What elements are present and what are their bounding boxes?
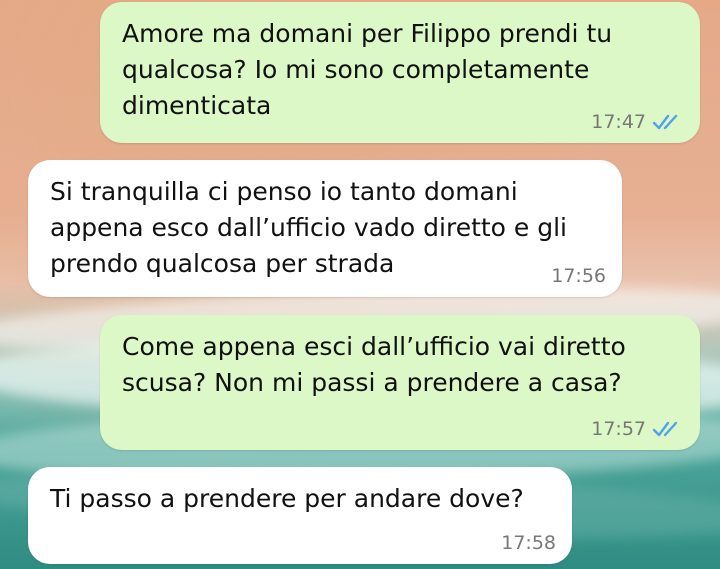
message-time: 17:57 <box>591 418 646 440</box>
message-meta: 17:56 <box>551 265 606 287</box>
outgoing-message[interactable]: Come appena esci dall’ufficio vai dirett… <box>100 315 700 450</box>
message-meta: 17:57 <box>591 418 684 440</box>
double-check-read-icon <box>652 421 678 437</box>
double-check-read-icon <box>652 114 678 130</box>
message-text: Amore ma domani per Filippo prendi tu qu… <box>122 19 613 120</box>
message-text: Come appena esci dall’ufficio vai dirett… <box>122 332 626 397</box>
incoming-message[interactable]: Ti passo a prendere per andare dove? 17:… <box>28 467 572 564</box>
message-time: 17:56 <box>551 265 606 287</box>
message-time: 17:58 <box>501 532 556 554</box>
message-text: Ti passo a prendere per andare dove? <box>50 484 524 513</box>
message-list: Amore ma domani per Filippo prendi tu qu… <box>0 0 720 569</box>
incoming-message[interactable]: Si tranquilla ci penso io tanto domani a… <box>28 160 622 297</box>
message-meta: 17:47 <box>591 111 684 133</box>
message-meta: 17:58 <box>501 532 556 554</box>
message-text: Si tranquilla ci penso io tanto domani a… <box>50 177 568 278</box>
message-time: 17:47 <box>591 111 646 133</box>
outgoing-message[interactable]: Amore ma domani per Filippo prendi tu qu… <box>100 2 700 143</box>
